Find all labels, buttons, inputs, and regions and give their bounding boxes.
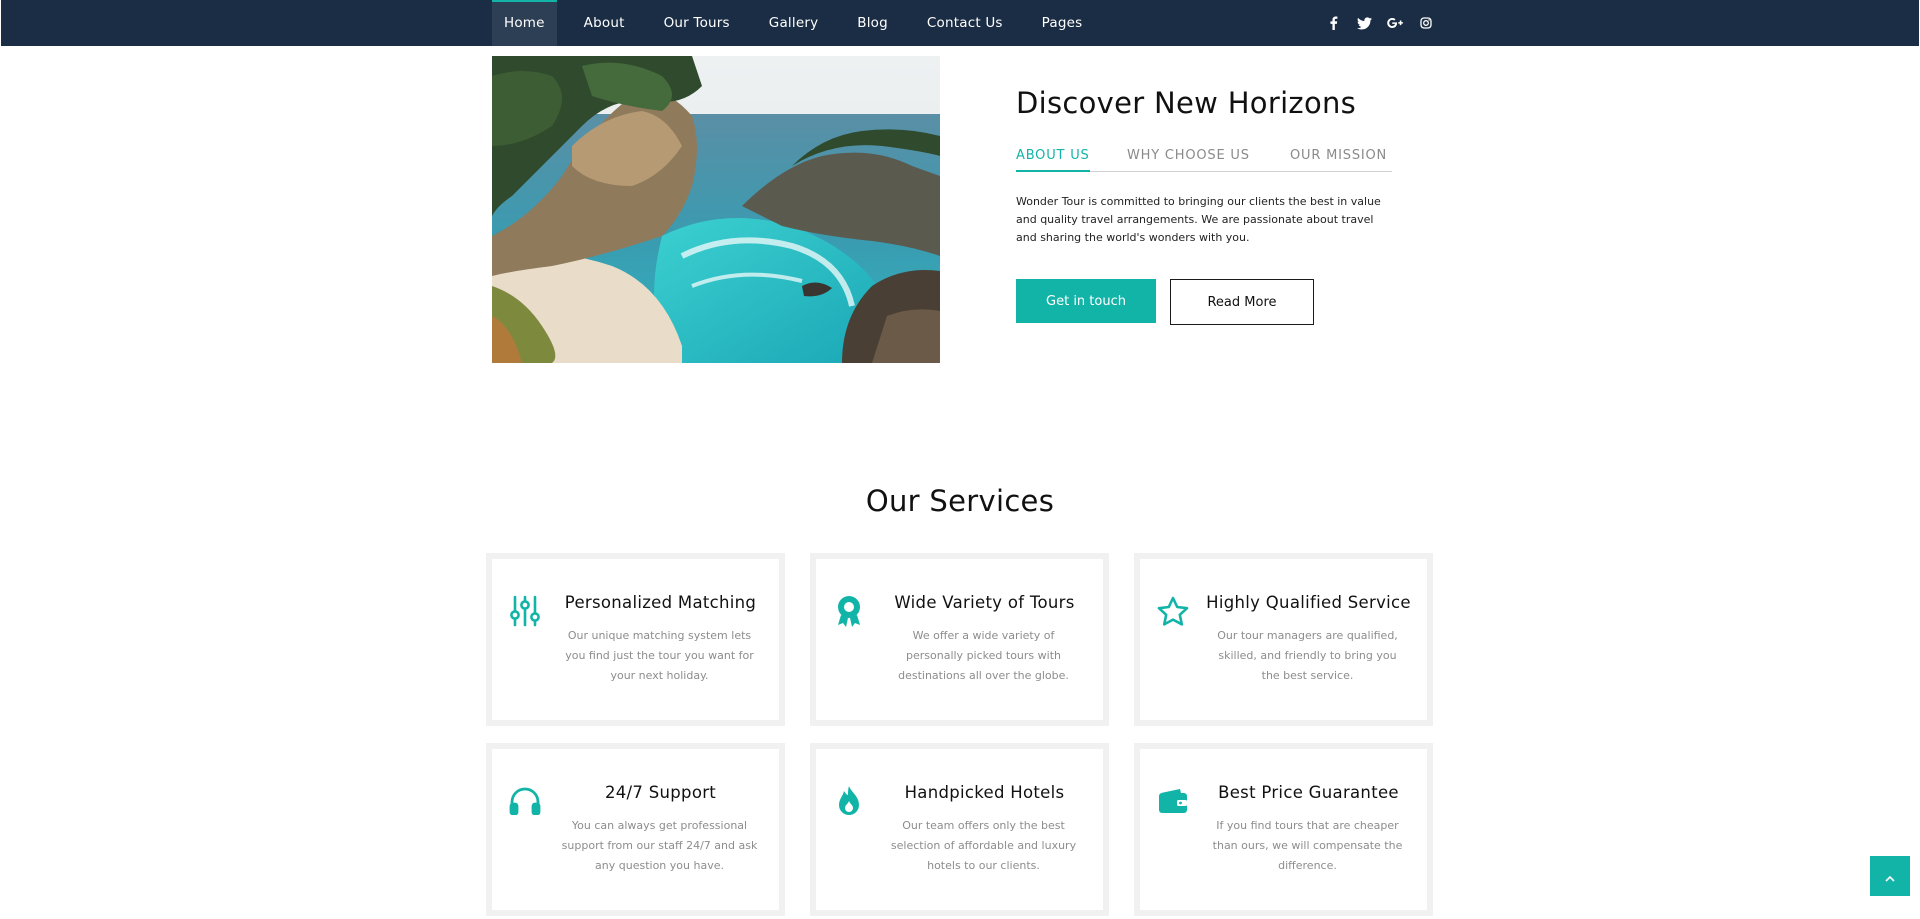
- social-links: [1325, 0, 1434, 46]
- twitter-icon[interactable]: [1356, 15, 1372, 31]
- tab-why-choose-us[interactable]: WHY CHOOSE US: [1127, 148, 1250, 172]
- service-description: If you find tours that are cheaper than …: [1212, 819, 1403, 872]
- nav-item-contact-us[interactable]: Contact Us: [915, 0, 1015, 46]
- service-description: Our unique matching system lets you find…: [565, 629, 754, 682]
- coastal-cove-photo: [492, 56, 940, 363]
- about-text: Wonder Tour is committed to bringing our…: [1016, 195, 1381, 244]
- scroll-to-top-button[interactable]: [1870, 856, 1910, 896]
- service-description: You can always get professional support …: [561, 819, 758, 872]
- service-title: Best Price Guarantee: [1218, 783, 1399, 802]
- service-card: Personalized Matching Our unique matchin…: [486, 553, 785, 726]
- nav-item-about[interactable]: About: [572, 0, 637, 46]
- get-in-touch-button[interactable]: Get in touch: [1016, 279, 1156, 323]
- services-title: Our Services: [865, 484, 1055, 518]
- main-menu: Home About Our Tours Gallery Blog Contac…: [492, 0, 1109, 46]
- tab-about-us[interactable]: ABOUT US: [1016, 148, 1090, 172]
- headphones-icon: [508, 784, 542, 818]
- chevron-up-icon: [1885, 867, 1895, 886]
- service-title: Handpicked Hotels: [904, 783, 1065, 802]
- service-description: We offer a wide variety of personally pi…: [898, 629, 1069, 682]
- service-title: 24/7 Support: [604, 783, 717, 802]
- nav-item-pages[interactable]: Pages: [1030, 0, 1095, 46]
- read-more-button[interactable]: Read More: [1170, 279, 1314, 325]
- nav-item-our-tours[interactable]: Our Tours: [652, 0, 742, 46]
- info-tabs: ABOUT US WHY CHOOSE US OUR MISSION: [1016, 148, 1392, 172]
- flame-icon: [832, 784, 866, 818]
- facebook-icon[interactable]: [1325, 15, 1341, 31]
- service-card: Wide Variety of Tours We offer a wide va…: [810, 553, 1109, 726]
- nav-item-gallery[interactable]: Gallery: [757, 0, 830, 46]
- service-title: Personalized Matching: [564, 593, 757, 612]
- service-description: Our tour managers are qualified, skilled…: [1217, 629, 1398, 682]
- hero-title: Discover New Horizons: [1016, 86, 1357, 120]
- sliders-icon: [508, 594, 542, 628]
- service-card: Best Price Guarantee If you find tours t…: [1134, 743, 1433, 916]
- top-navbar: Home About Our Tours Gallery Blog Contac…: [1, 0, 1919, 46]
- google-plus-icon[interactable]: [1387, 15, 1403, 31]
- nav-item-blog[interactable]: Blog: [845, 0, 900, 46]
- star-icon: [1156, 594, 1190, 628]
- nav-item-home[interactable]: Home: [492, 0, 557, 46]
- service-card: Highly Qualified Service Our tour manage…: [1134, 553, 1433, 726]
- instagram-icon[interactable]: [1418, 15, 1434, 31]
- tab-our-mission[interactable]: OUR MISSION: [1290, 148, 1387, 172]
- service-title: Highly Qualified Service: [1206, 593, 1411, 612]
- service-description: Our team offers only the best selection …: [890, 819, 1077, 872]
- wallet-icon: [1156, 784, 1190, 818]
- award-icon: [832, 594, 866, 628]
- service-card: 24/7 Support You can always get professi…: [486, 743, 785, 916]
- service-card: Handpicked Hotels Our team offers only t…: [810, 743, 1109, 916]
- service-title: Wide Variety of Tours: [894, 593, 1075, 612]
